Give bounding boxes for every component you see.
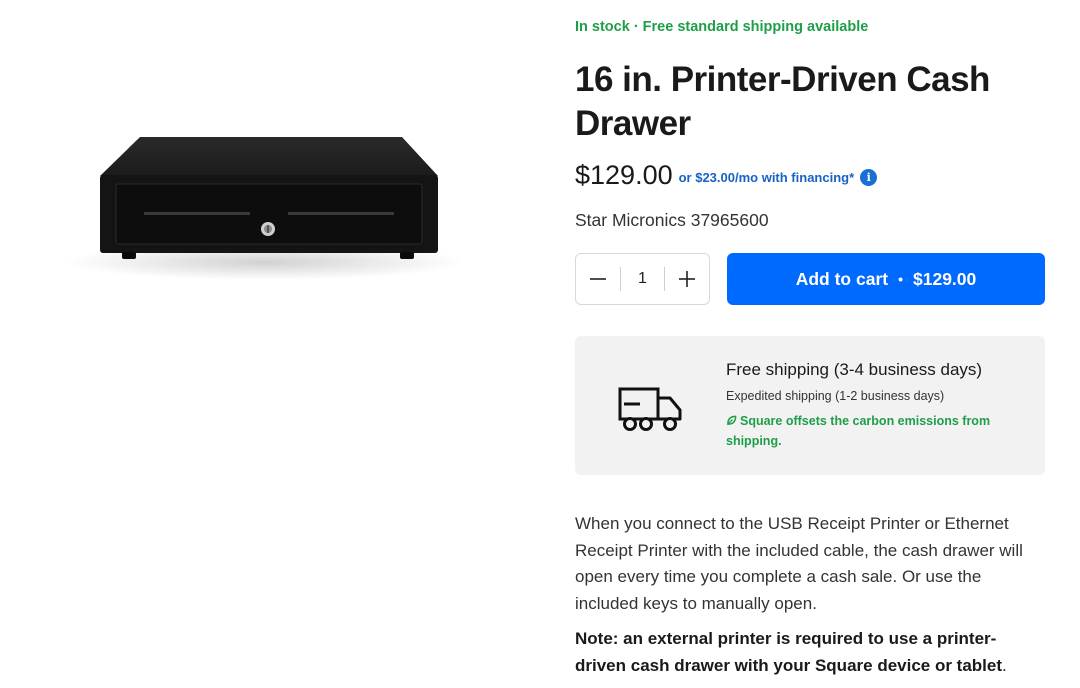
plus-icon[interactable] [665, 254, 709, 304]
quantity-value[interactable]: 1 [620, 267, 665, 291]
shipping-text: Free shipping (3-4 business days) Expedi… [726, 360, 1026, 451]
add-to-cart-button[interactable]: Add to cart • $129.00 [727, 253, 1045, 305]
cash-drawer-image [65, 137, 460, 280]
shipping-info-box: Free shipping (3-4 business days) Expedi… [575, 336, 1045, 475]
printer-note-period: . [1002, 656, 1007, 675]
truck-icon [618, 387, 682, 431]
product-sku: Star Micronics 37965600 [575, 210, 769, 230]
minus-icon[interactable] [576, 254, 620, 304]
product-page: In stock · Free standard shipping availa… [0, 0, 1080, 688]
carbon-offset-text: Square offsets the carbon emissions from… [726, 414, 991, 448]
financing-link[interactable]: or $23.00/mo with financing* [679, 170, 855, 185]
leaf-icon [727, 415, 737, 425]
info-icon[interactable]: i [860, 168, 878, 186]
add-to-cart-price: $129.00 [913, 268, 977, 289]
product-title: 16 in. Printer-Driven Cash Drawer [575, 60, 990, 143]
printer-note: Note: an external printer is required to… [575, 625, 1045, 679]
carbon-offset-note: Square offsets the carbon emissions from… [726, 411, 1026, 451]
stock-status: In stock · Free standard shipping availa… [575, 19, 869, 35]
add-to-cart-separator: • [898, 271, 903, 287]
product-description: When you connect to the USB Receipt Prin… [575, 514, 1023, 613]
shipping-title: Free shipping (3-4 business days) [726, 360, 983, 379]
expedited-shipping: Expedited shipping (1-2 business days) [726, 389, 945, 403]
printer-note-text: Note: an external printer is required to… [575, 629, 1003, 675]
price-row: $129.00 or $23.00/mo with financing* i [575, 160, 878, 191]
quantity-stepper: 1 [575, 253, 710, 305]
product-price: $129.00 [575, 160, 673, 190]
add-to-cart-label: Add to cart [795, 268, 889, 289]
